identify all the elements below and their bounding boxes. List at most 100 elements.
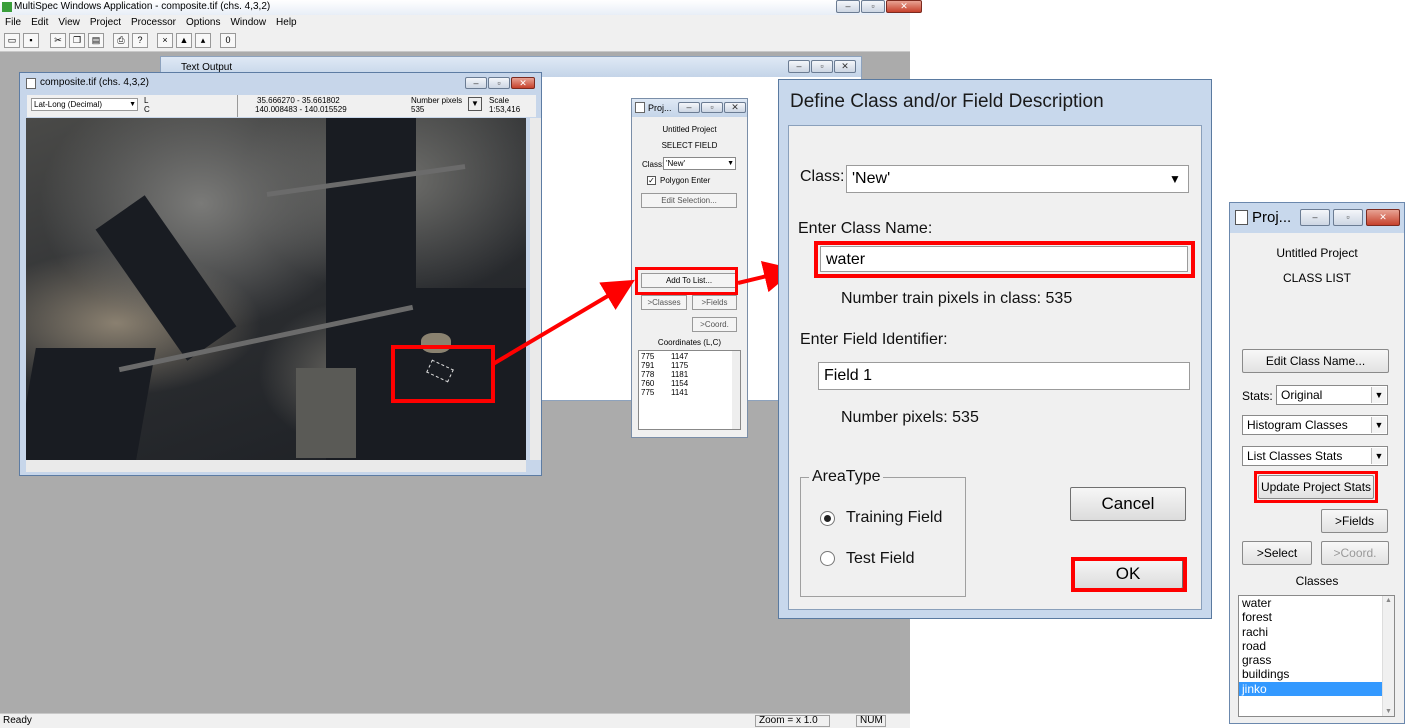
- menu-window[interactable]: Window: [230, 15, 266, 30]
- cancel-button[interactable]: Cancel: [1070, 487, 1186, 521]
- stats-select[interactable]: Original ▼: [1276, 385, 1388, 405]
- line-label: L: [144, 96, 149, 105]
- maximize-icon[interactable]: ▫: [488, 77, 510, 89]
- edit-class-name-button[interactable]: Edit Class Name...: [1242, 349, 1389, 373]
- classes-scrollbar[interactable]: ▲ ▼: [1382, 596, 1394, 716]
- minimize-icon[interactable]: ‒: [678, 102, 700, 113]
- enter-field-label: Enter Field Identifier:: [800, 331, 948, 348]
- close-icon[interactable]: ✕: [886, 0, 922, 13]
- copy-icon[interactable]: ❐: [69, 33, 85, 48]
- field-identifier-input[interactable]: Field 1: [818, 362, 1190, 390]
- list-item[interactable]: road: [1239, 639, 1394, 653]
- polygon-enter-checkbox[interactable]: ✓: [647, 176, 656, 185]
- menu-edit[interactable]: Edit: [31, 15, 48, 30]
- list-item-selected[interactable]: jinko: [1239, 681, 1382, 697]
- list-item[interactable]: 775 1141: [641, 388, 738, 397]
- class-dropdown-value: 'New': [852, 170, 891, 187]
- document-icon: [1235, 210, 1248, 225]
- histogram-select[interactable]: Histogram Classes ▼: [1242, 415, 1388, 435]
- maximize-icon[interactable]: ▫: [1333, 209, 1363, 226]
- training-field-radio[interactable]: [820, 511, 835, 526]
- menu-processor[interactable]: Processor: [131, 15, 176, 30]
- coord-button[interactable]: >Coord.: [692, 317, 737, 332]
- zoom-x1-icon[interactable]: ×: [157, 33, 173, 48]
- scroll-up-icon[interactable]: ▲: [1385, 597, 1392, 604]
- minimize-icon[interactable]: ‒: [836, 0, 860, 13]
- project-small-titlebar: Proj... ‒ ▫ ✕: [632, 99, 747, 117]
- class-dropdown[interactable]: 'New' ▼: [846, 165, 1189, 193]
- list-item[interactable]: rachi: [1239, 625, 1394, 639]
- horizontal-scrollbar[interactable]: [26, 460, 526, 472]
- list-stats-select[interactable]: List Classes Stats ▼: [1242, 446, 1388, 466]
- overlay-icon[interactable]: 0: [220, 33, 236, 48]
- menu-view[interactable]: View: [58, 15, 80, 30]
- save-icon[interactable]: ▪: [23, 33, 39, 48]
- maximize-icon[interactable]: ▫: [861, 0, 885, 13]
- list-item[interactable]: 760 1154: [641, 379, 738, 388]
- close-icon[interactable]: ✕: [724, 102, 746, 113]
- project-mode: CLASS LIST: [1282, 271, 1352, 285]
- menu-file[interactable]: File: [5, 15, 21, 30]
- cut-icon[interactable]: ✂: [50, 33, 66, 48]
- app-icon: [2, 2, 12, 12]
- classes-list[interactable]: water forest rachi road grass buildings …: [1238, 595, 1395, 717]
- minimize-icon[interactable]: ‒: [465, 77, 487, 89]
- classes-button[interactable]: >Classes: [641, 295, 687, 310]
- scale-label: Scale: [489, 96, 510, 105]
- minimize-icon[interactable]: ‒: [1300, 209, 1330, 226]
- zoom-in-icon[interactable]: ▲: [176, 33, 192, 48]
- image-window[interactable]: composite.tif (chs. 4,3,2) ‒ ▫ ✕ Lat-Lon…: [19, 72, 542, 476]
- minimize-icon[interactable]: ‒: [788, 60, 810, 73]
- class-select[interactable]: 'New' ▼: [663, 157, 736, 170]
- coordinates-list[interactable]: 775 1147 791 1175 778 1181 760 1154 775 1141: [638, 350, 741, 430]
- document-icon: [26, 78, 36, 89]
- list-item[interactable]: 791 1175: [641, 361, 738, 370]
- image-window-controls: ‒ ▫ ✕: [465, 77, 535, 89]
- menu-help[interactable]: Help: [276, 15, 297, 30]
- chevron-down-icon: ▼: [727, 160, 734, 167]
- zoom-out-icon[interactable]: ▴: [195, 33, 211, 48]
- maximize-icon[interactable]: ▫: [811, 60, 833, 73]
- coordinate-mode-select[interactable]: Lat-Long (Decimal) ▼: [31, 98, 138, 111]
- help-icon[interactable]: ?: [132, 33, 148, 48]
- status-num: NUM: [856, 715, 886, 727]
- test-field-radio[interactable]: [820, 551, 835, 566]
- project-big-controls: ‒ ▫ ✕: [1300, 209, 1400, 226]
- number-pixels-text: Number pixels: 535: [841, 409, 979, 426]
- project-window-class-list[interactable]: Proj... ‒ ▫ ✕ Untitled Project CLASS LIS…: [1229, 202, 1405, 724]
- list-item[interactable]: 775 1147: [641, 352, 738, 361]
- select-button[interactable]: >Select: [1242, 541, 1312, 565]
- fields-button[interactable]: >Fields: [692, 295, 737, 310]
- number-pixels-value: 535: [411, 105, 425, 114]
- close-icon[interactable]: ✕: [834, 60, 856, 73]
- menu-options[interactable]: Options: [186, 15, 220, 30]
- maximize-icon[interactable]: ▫: [701, 102, 723, 113]
- satellite-image[interactable]: [26, 118, 526, 460]
- list-item[interactable]: forest: [1239, 610, 1394, 624]
- chevron-down-icon: ▼: [129, 101, 136, 108]
- define-class-dialog[interactable]: Define Class and/or Field Description Cl…: [778, 79, 1212, 619]
- print-icon[interactable]: ⎙: [113, 33, 129, 48]
- document-icon: [635, 102, 645, 113]
- edit-selection-button[interactable]: Edit Selection...: [641, 193, 737, 208]
- project-window-small[interactable]: Proj... ‒ ▫ ✕ Untitled Project SELECT FI…: [631, 98, 748, 438]
- chevron-down-icon: ▼: [1371, 448, 1386, 464]
- list-item[interactable]: buildings: [1239, 667, 1394, 681]
- vertical-scrollbar[interactable]: [530, 118, 541, 460]
- paste-icon[interactable]: ▤: [88, 33, 104, 48]
- open-icon[interactable]: ▭: [4, 33, 20, 48]
- chevron-down-icon: ▼: [1371, 387, 1386, 403]
- list-item[interactable]: grass: [1239, 653, 1394, 667]
- coordinates-scrollbar[interactable]: [732, 351, 740, 429]
- project-mode: SELECT FIELD: [661, 141, 718, 150]
- menu-project[interactable]: Project: [90, 15, 121, 30]
- class-name-highlight: [814, 241, 1195, 278]
- fields-button[interactable]: >Fields: [1321, 509, 1388, 533]
- scroll-down-icon[interactable]: ▼: [1385, 708, 1392, 715]
- close-icon[interactable]: ✕: [511, 77, 535, 89]
- pixels-dropdown-button[interactable]: ▼: [468, 97, 482, 111]
- close-icon[interactable]: ✕: [1366, 209, 1400, 226]
- list-item[interactable]: water: [1239, 596, 1394, 610]
- list-item[interactable]: 778 1181: [641, 370, 738, 379]
- coord-button[interactable]: >Coord.: [1321, 541, 1389, 565]
